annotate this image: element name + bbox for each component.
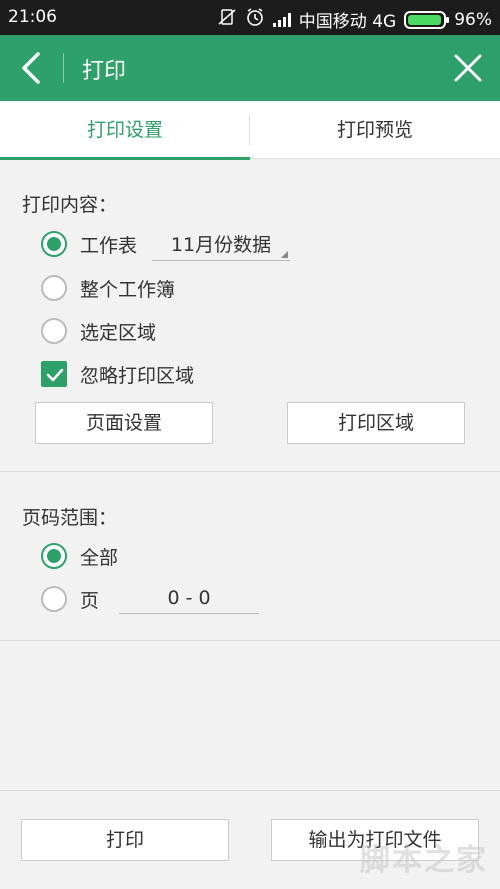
carrier-label: 中国移动 4G (298, 12, 397, 32)
tab-print-preview[interactable]: 打印预览 (250, 101, 500, 159)
sheet-select[interactable]: 11月份数据 (152, 229, 290, 261)
print-content-title: 打印内容： (22, 194, 118, 216)
radio-whole-workbook[interactable] (41, 275, 67, 301)
dropdown-caret-icon (281, 251, 288, 258)
option-all-pages-label: 全部 (80, 546, 119, 569)
option-worksheet-label: 工作表 (80, 234, 138, 257)
sheet-select-value: 11月份数据 (170, 234, 272, 256)
ignore-print-area-checkbox[interactable] (41, 361, 67, 387)
radio-all-pages[interactable] (41, 543, 67, 569)
chevron-left-icon (22, 52, 40, 84)
option-ignore-print-area[interactable]: 忽略打印区域 (41, 359, 194, 389)
alarm-icon (245, 7, 265, 32)
appbar-divider (63, 53, 64, 83)
print-button[interactable]: 打印 (21, 819, 229, 861)
tab-bar: 打印设置 打印预览 (0, 101, 500, 160)
option-whole-workbook-label: 整个工作簿 (80, 278, 176, 301)
signal-icon (272, 12, 291, 27)
app-bar: 打印 (0, 35, 500, 101)
section-divider (0, 471, 500, 472)
radio-selection[interactable] (41, 318, 67, 344)
close-button[interactable] (450, 49, 486, 87)
tab-print-settings[interactable]: 打印设置 (0, 101, 250, 160)
status-icons: 中国移动 4G 96% (217, 7, 492, 32)
page-range-input[interactable]: 0 - 0 (119, 582, 259, 614)
page-range-title: 页码范围： (22, 507, 118, 529)
status-time: 21:06 (8, 7, 57, 27)
option-whole-workbook[interactable]: 整个工作簿 (41, 273, 175, 303)
section-divider (0, 640, 500, 641)
watermark-logo: 脚本之家 (360, 843, 488, 878)
battery-icon (404, 10, 450, 29)
option-selection-label: 选定区域 (80, 321, 157, 344)
back-button[interactable] (14, 49, 50, 87)
close-icon (454, 54, 482, 82)
battery-text: 96% (454, 9, 492, 30)
footer-divider (0, 790, 500, 791)
vibrate-off-icon (217, 8, 237, 31)
print-area-button[interactable]: 打印区域 (287, 402, 465, 444)
option-worksheet[interactable]: 工作表 (41, 229, 137, 259)
option-pages[interactable]: 页 (41, 584, 99, 614)
status-bar: 21:06 中国移动 4G 96% (0, 0, 500, 35)
option-selection[interactable]: 选定区域 (41, 316, 156, 346)
option-pages-label: 页 (80, 589, 100, 612)
page-setup-button[interactable]: 页面设置 (35, 402, 213, 444)
check-icon (46, 368, 64, 382)
ignore-print-area-label: 忽略打印区域 (80, 364, 195, 387)
page-title: 打印 (82, 59, 127, 84)
radio-worksheet[interactable] (41, 231, 67, 257)
option-all-pages[interactable]: 全部 (41, 541, 118, 571)
radio-pages[interactable] (41, 586, 67, 612)
